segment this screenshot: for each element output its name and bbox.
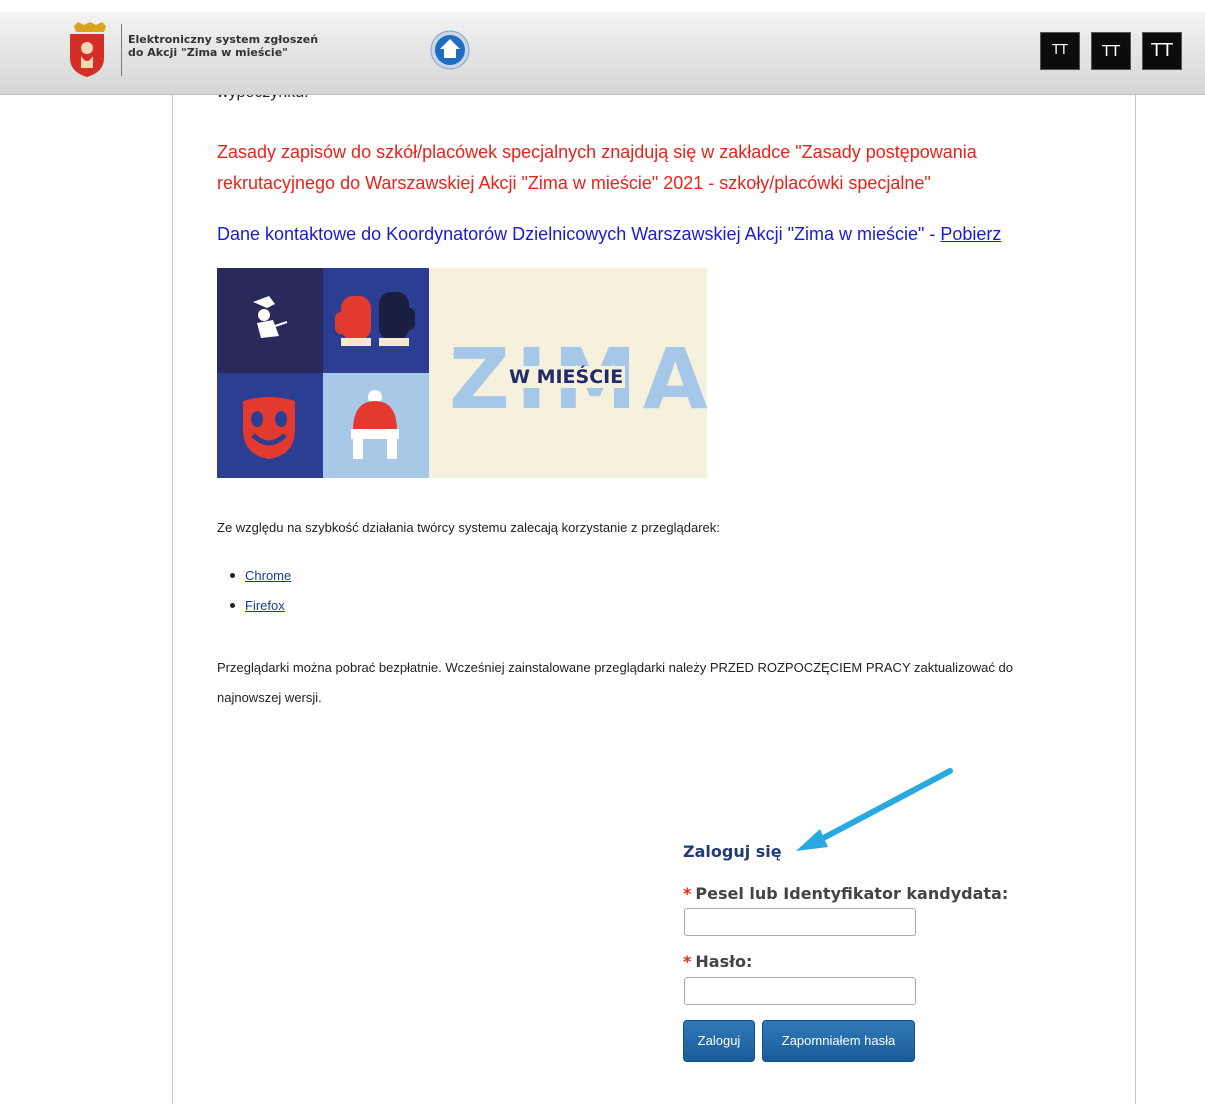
firefox-link[interactable]: Firefox bbox=[245, 598, 285, 613]
pesel-label-text: Pesel lub Identyfikator kandydata: bbox=[695, 884, 1009, 903]
browser-intro: Ze względu na szybkość działania twórcy … bbox=[217, 520, 720, 535]
contact-text: Dane kontaktowe do Koordynatorów Dzielni… bbox=[217, 224, 941, 244]
system-title-line2: do Akcji "Zima w mieście" bbox=[128, 46, 288, 59]
special-schools-notice: Zasady zapisów do szkół/placówek specjal… bbox=[217, 142, 977, 193]
banner-tile-mittens bbox=[323, 268, 429, 373]
banner-subtitle: W MIEŚCIE bbox=[507, 366, 626, 388]
home-button[interactable] bbox=[430, 30, 470, 70]
pesel-label: * Pesel lub Identyfikator kandydata: bbox=[683, 884, 1008, 903]
header: Elektroniczny system zgłoszeń do Akcji "… bbox=[0, 0, 1205, 95]
required-mark: * bbox=[683, 884, 692, 903]
password-label-text: Hasło: bbox=[695, 952, 753, 971]
list-item: Firefox bbox=[230, 596, 291, 626]
arrow-icon bbox=[796, 768, 953, 851]
winter-hat-icon bbox=[351, 390, 399, 459]
chrome-link[interactable]: Chrome bbox=[245, 568, 291, 583]
list-item: Chrome bbox=[230, 566, 291, 596]
banner-tile-hat bbox=[323, 373, 429, 478]
zima-banner-image: ZIMA W MIEŚCIE bbox=[217, 268, 707, 478]
banner-tile-mask bbox=[217, 373, 323, 478]
banner-tile-logo bbox=[217, 268, 323, 373]
mask-icon bbox=[243, 397, 295, 459]
login-button[interactable]: Zaloguj bbox=[683, 1020, 755, 1062]
mittens-icon bbox=[335, 292, 415, 346]
font-size-medium-button[interactable]: TT bbox=[1091, 32, 1131, 70]
password-label: * Hasło: bbox=[683, 952, 752, 971]
font-size-small-button[interactable]: TT bbox=[1040, 32, 1080, 70]
font-size-large-button[interactable]: TT bbox=[1142, 32, 1182, 70]
warsaw-crest-icon[interactable] bbox=[64, 22, 110, 78]
required-mark: * bbox=[683, 952, 692, 971]
system-title-line1: Elektroniczny system zgłoszeń bbox=[128, 33, 319, 46]
header-divider bbox=[121, 24, 122, 76]
contact-notice: Dane kontaktowe do Koordynatorów Dzielni… bbox=[217, 222, 1037, 246]
password-input[interactable] bbox=[684, 977, 916, 1005]
forgot-password-button[interactable]: Zapomniałem hasła bbox=[762, 1020, 915, 1062]
pesel-input[interactable] bbox=[684, 908, 916, 936]
dancer-icon bbox=[253, 296, 288, 338]
login-title: Zaloguj się bbox=[683, 842, 782, 861]
browser-list: Chrome Firefox bbox=[230, 566, 291, 626]
browser-note: Przeglądarki można pobrać bezpłatnie. Wc… bbox=[217, 660, 1013, 705]
system-title: Elektroniczny system zgłoszeń do Akcji "… bbox=[128, 33, 318, 59]
download-link[interactable]: Pobierz bbox=[940, 224, 1001, 244]
